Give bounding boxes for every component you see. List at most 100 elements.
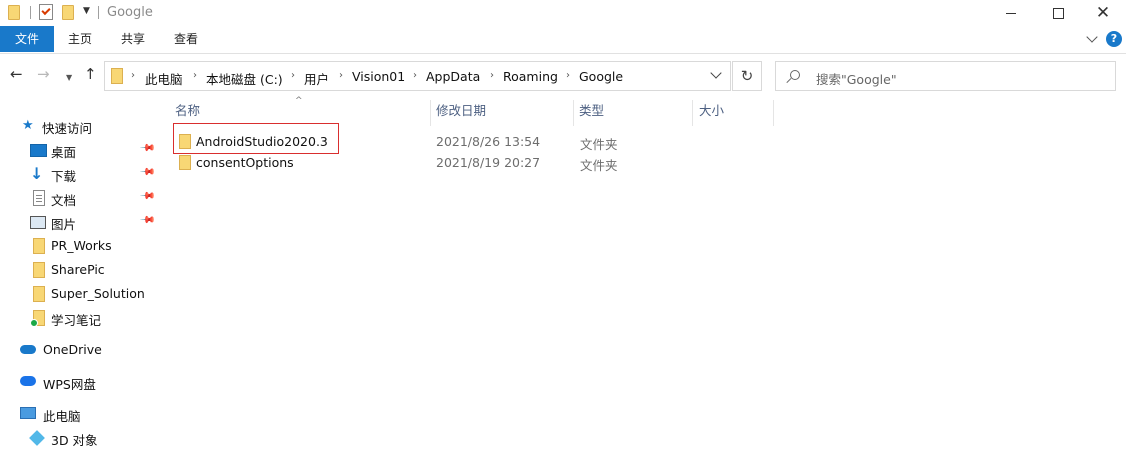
breadcrumb-vision01[interactable]: Vision01 xyxy=(352,69,405,84)
forward-arrow-icon[interactable]: → xyxy=(37,67,50,82)
3d-objects-icon xyxy=(29,430,45,446)
tab-view[interactable]: 查看 xyxy=(164,26,208,52)
sidebar-item-label: 文档 xyxy=(51,193,77,208)
help-icon[interactable]: ? xyxy=(1106,31,1122,47)
sidebar-item-this-pc[interactable]: 此电脑 xyxy=(0,403,157,425)
up-arrow-icon[interactable]: ↑ xyxy=(84,67,97,82)
breadcrumb-roaming[interactable]: Roaming xyxy=(503,69,558,84)
properties-icon[interactable] xyxy=(39,4,53,20)
address-dropdown-icon[interactable] xyxy=(710,67,722,79)
search-placeholder: 搜索"Google" xyxy=(816,72,897,87)
folder-icon xyxy=(33,262,45,278)
search-icon xyxy=(790,70,800,80)
back-arrow-icon[interactable]: ← xyxy=(10,67,23,82)
tab-file[interactable]: 文件 xyxy=(0,26,54,52)
customize-quick-access-icon[interactable]: ▼ xyxy=(83,6,90,16)
wps-cloud-icon xyxy=(20,376,36,386)
search-input[interactable]: 搜索"Google" xyxy=(775,61,1116,91)
star-icon: ★ xyxy=(22,118,34,133)
breadcrumb-google[interactable]: Google xyxy=(579,69,623,84)
column-divider[interactable] xyxy=(773,100,774,126)
pin-icon: 📌 xyxy=(138,188,156,205)
file-modified: 2021/8/19 20:27 xyxy=(436,155,541,170)
sidebar-item-documents[interactable]: 文档 📌 xyxy=(0,187,157,209)
address-bar[interactable]: › 此电脑 › 本地磁盘 (C:) › 用户 › Vision01 › AppD… xyxy=(104,61,731,91)
breadcrumb-local-disk[interactable]: 本地磁盘 (C:) xyxy=(206,69,283,88)
pin-icon: 📌 xyxy=(138,140,156,157)
column-header-size[interactable]: 大小 xyxy=(699,96,769,126)
highlight-box xyxy=(173,123,339,154)
folder-icon xyxy=(8,5,20,20)
column-divider[interactable] xyxy=(430,100,431,126)
new-folder-icon[interactable] xyxy=(62,5,74,20)
breadcrumb-this-pc[interactable]: 此电脑 xyxy=(145,69,183,88)
sidebar-item-pictures[interactable]: 图片 📌 xyxy=(0,211,157,233)
navigation-pane: ★ 快速访问 桌面 📌 ↓ 下载 📌 文档 📌 图片 📌 PR_Works Sh… xyxy=(0,96,157,452)
refresh-button[interactable]: ↻ xyxy=(732,61,762,91)
sidebar-item-label: SharePic xyxy=(51,262,105,277)
folder-icon xyxy=(111,68,123,84)
file-list: ^ 名称 修改日期 类型 大小 AndroidStudio2020.3 2021… xyxy=(165,96,1126,452)
divider xyxy=(98,6,99,19)
sidebar-item-label: 学习笔记 xyxy=(51,313,102,328)
breadcrumb-separator[interactable]: › xyxy=(490,70,494,81)
document-icon xyxy=(33,190,45,206)
divider xyxy=(30,6,31,19)
folder-icon xyxy=(33,286,45,302)
sidebar-item-label: 图片 xyxy=(51,217,77,232)
sidebar-item-quick-access[interactable]: ★ 快速访问 xyxy=(0,115,157,137)
pictures-icon xyxy=(30,216,46,229)
file-type: 文件夹 xyxy=(580,158,618,173)
address-bar-row: ← → ▼ ↑ › 此电脑 › 本地磁盘 (C:) › 用户 › Vision0… xyxy=(0,54,1126,96)
sidebar-item-label: 快速访问 xyxy=(42,121,93,136)
sidebar-item-label: 桌面 xyxy=(51,145,77,160)
table-row[interactable]: consentOptions 2021/8/19 20:27 文件夹 xyxy=(165,151,1126,173)
file-name: consentOptions xyxy=(196,155,294,170)
computer-icon xyxy=(20,407,36,419)
column-divider[interactable] xyxy=(692,100,693,126)
pin-icon: 📌 xyxy=(138,212,156,229)
minimize-button[interactable] xyxy=(988,0,1034,26)
sidebar-item-super-solution[interactable]: Super_Solution xyxy=(0,283,157,305)
folder-icon xyxy=(179,155,191,170)
file-modified: 2021/8/26 13:54 xyxy=(436,134,541,149)
breadcrumb-users[interactable]: 用户 xyxy=(304,69,329,88)
onedrive-icon xyxy=(20,345,36,354)
breadcrumb-separator[interactable]: › xyxy=(566,70,570,81)
sidebar-item-pr-works[interactable]: PR_Works xyxy=(0,235,157,257)
sidebar-item-desktop[interactable]: 桌面 📌 xyxy=(0,139,157,161)
close-button[interactable]: ✕ xyxy=(1080,0,1126,26)
sidebar-item-onedrive[interactable]: OneDrive xyxy=(0,339,157,361)
breadcrumb-separator[interactable]: › xyxy=(193,70,197,81)
column-header-name[interactable]: 名称 xyxy=(175,96,430,126)
maximize-button[interactable] xyxy=(1035,0,1081,26)
sync-ok-icon xyxy=(30,319,38,327)
download-icon: ↓ xyxy=(30,164,44,183)
title-bar: ▼ Google ✕ xyxy=(0,0,1126,26)
sidebar-item-3d-objects[interactable]: 3D 对象 xyxy=(0,427,157,449)
column-header-modified[interactable]: 修改日期 xyxy=(436,96,571,126)
expand-ribbon-icon[interactable] xyxy=(1086,31,1098,43)
sidebar-item-label: PR_Works xyxy=(51,238,112,253)
breadcrumb-appdata[interactable]: AppData xyxy=(426,69,480,84)
breadcrumb-separator[interactable]: › xyxy=(131,70,135,81)
column-header-type[interactable]: 类型 xyxy=(579,96,689,126)
column-divider[interactable] xyxy=(573,100,574,126)
tab-home[interactable]: 主页 xyxy=(58,26,102,52)
breadcrumb-separator[interactable]: › xyxy=(339,70,343,81)
recent-locations-icon[interactable]: ▼ xyxy=(66,70,72,85)
breadcrumb-separator[interactable]: › xyxy=(291,70,295,81)
sidebar-item-label: Super_Solution xyxy=(51,286,145,301)
pin-icon: 📌 xyxy=(138,164,156,181)
sidebar-item-downloads[interactable]: ↓ 下载 📌 xyxy=(0,163,157,185)
sidebar-item-label: WPS网盘 xyxy=(43,377,96,392)
sidebar-item-label: 下载 xyxy=(51,169,77,184)
folder-icon xyxy=(33,238,45,254)
breadcrumb-separator[interactable]: › xyxy=(413,70,417,81)
sidebar-item-sharepic[interactable]: SharePic xyxy=(0,259,157,281)
desktop-icon xyxy=(30,144,47,157)
sidebar-item-wps[interactable]: WPS网盘 xyxy=(0,371,157,393)
sidebar-item-label: OneDrive xyxy=(43,342,102,357)
tab-share[interactable]: 共享 xyxy=(111,26,155,52)
sidebar-item-study-notes[interactable]: 学习笔记 xyxy=(0,307,157,329)
